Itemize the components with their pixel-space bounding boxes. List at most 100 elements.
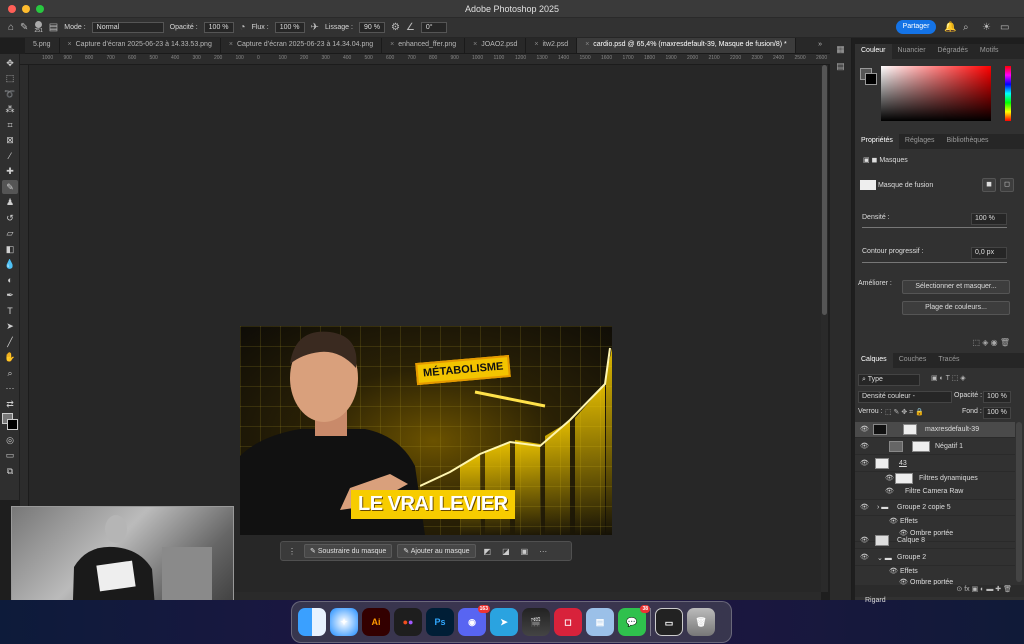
tab-bibliotheques[interactable]: Bibliothèques (940, 134, 994, 149)
subtract-mask-button[interactable]: ✎ Soustraire du masque (304, 544, 393, 558)
workspace-icon[interactable]: ▭ (1000, 22, 1009, 33)
pen-tool-icon[interactable]: ✒ (2, 288, 18, 302)
home-icon[interactable]: ⌂ (8, 22, 14, 33)
path-select-icon[interactable]: ➤ (2, 319, 18, 333)
eye-icon[interactable]: 👁 (860, 503, 869, 511)
tab-document[interactable]: × itw2.psd (526, 38, 578, 53)
eye-icon[interactable]: 👁 (885, 474, 894, 482)
mode-select[interactable]: Normal (91, 22, 164, 33)
final-cut-app-icon[interactable]: 🎬 (522, 608, 550, 636)
preview-app-icon[interactable]: ▤ (586, 608, 614, 636)
layers-scrollbar[interactable] (1016, 422, 1022, 582)
feather-input[interactable]: 0,0 px (971, 247, 1007, 259)
foreground-color-swatch[interactable] (2, 412, 18, 431)
select-and-mask-button[interactable]: Sélectionner et masquer... (902, 280, 1010, 294)
close-icon[interactable]: × (390, 41, 394, 48)
tab-traces[interactable]: Tracés (932, 353, 965, 368)
density-input[interactable]: 100 % (971, 213, 1007, 225)
zoom-tool-icon[interactable]: ⌕ (2, 366, 18, 380)
airbrush-icon[interactable]: ✈ (311, 22, 319, 33)
hand-tool-icon[interactable]: ✋ (2, 350, 18, 364)
color-field[interactable] (881, 66, 991, 121)
vector-mask-button[interactable]: ◻ (1000, 178, 1014, 192)
brush-tool-icon[interactable]: ✎ (2, 179, 18, 194)
crop-tool-icon[interactable]: ⌗ (2, 118, 18, 132)
tab-calques[interactable]: Calques (855, 353, 893, 368)
mask-action-icons[interactable]: ⬚ ◈ ◉ 🗑 (855, 338, 1024, 347)
opacity-input[interactable]: 100 % (203, 22, 234, 33)
swap-colors-icon[interactable]: ⇄ (2, 397, 18, 411)
close-icon[interactable]: × (473, 41, 477, 48)
close-icon[interactable]: × (229, 41, 233, 48)
drag-handle-icon[interactable]: ⋮ (285, 547, 299, 556)
bell-icon[interactable]: 🔔 (944, 22, 956, 33)
add-mask-button[interactable]: ✎ Ajouter au masque (397, 544, 476, 558)
photoshop-app-icon[interactable]: Ps (426, 608, 454, 636)
quick-mask-icon[interactable]: ◎ (2, 433, 18, 447)
tab-nuancier[interactable]: Nuancier (892, 44, 932, 59)
share-button[interactable]: Partager (896, 20, 936, 34)
edit-toolbar-icon[interactable]: ⧉ (2, 464, 18, 478)
tab-document[interactable]: × Capture d’écran 2025-06-23 à 14.34.04.p… (221, 38, 383, 53)
dodge-tool-icon[interactable]: ◐ (2, 273, 18, 287)
brush-tool-icon[interactable]: ✎ (20, 22, 28, 33)
tab-active-document[interactable]: × cardio.psd @ 65,4% (maxresdefault-39, M… (577, 38, 796, 53)
layer-action-icons[interactable]: ⊙ fx ▣ ◐ ▬ ✚ 🗑 (855, 585, 1024, 597)
finder-app-icon[interactable] (298, 608, 326, 636)
tab-document[interactable]: × JOAO2.psd (465, 38, 527, 53)
screen-recorder-app-icon[interactable]: ◻ (554, 608, 582, 636)
layer-row[interactable]: 👁 Calque 8 (855, 533, 1015, 549)
refine-mask-icon[interactable]: ◪ (499, 547, 513, 556)
more-options-icon[interactable]: ··· (536, 547, 550, 556)
layer-filter-icons[interactable]: ▣ ◐ T ⬚ ◈ (931, 374, 1011, 382)
move-tool-icon[interactable]: ✥ (2, 56, 18, 70)
history-brush-icon[interactable]: ↺ (2, 211, 18, 225)
frame-tool-icon[interactable]: ⊠ (2, 133, 18, 147)
pressure-opacity-icon[interactable]: ◔ (240, 22, 246, 33)
paint-bucket-icon[interactable]: ◧ (2, 242, 18, 256)
tab-couches[interactable]: Couches (893, 353, 933, 368)
close-icon[interactable]: × (68, 41, 72, 48)
healing-brush-icon[interactable]: ✚ (2, 164, 18, 178)
eye-icon[interactable]: 👁 (860, 425, 869, 433)
smoothing-input[interactable]: 90 % (358, 22, 385, 33)
more-tools-icon[interactable]: ··· (2, 381, 18, 395)
gear-icon[interactable]: ⚙ (391, 22, 400, 33)
tab-couleur[interactable]: Couleur (855, 44, 892, 59)
scroll-thumb[interactable] (822, 65, 827, 315)
quick-select-tool-icon[interactable]: ⁂ (2, 102, 18, 116)
eye-icon[interactable]: 👁 (860, 553, 869, 561)
document-image[interactable]: MÉTABOLISME LE VRAI LEVIER (240, 326, 612, 535)
tab-document[interactable]: × enhanced_ffer.png (382, 38, 466, 53)
figma-app-icon[interactable]: ●● (394, 608, 422, 636)
tab-degrades[interactable]: Dégradés (932, 44, 974, 59)
background-swatch[interactable] (865, 73, 877, 85)
flow-input[interactable]: 100 % (274, 22, 305, 33)
close-icon[interactable]: × (534, 41, 538, 48)
tab-document[interactable]: 5.png (25, 38, 60, 53)
lightbulb-icon[interactable]: ☀ (982, 22, 991, 33)
hue-slider[interactable] (1005, 66, 1011, 121)
eye-icon[interactable]: 👁 (860, 536, 869, 544)
layer-opacity-input[interactable]: 100 % (983, 391, 1011, 403)
layer-filter-select[interactable]: ⌕ Type (858, 374, 920, 386)
layer-row[interactable]: 👁 maxresdefault-39 (855, 422, 1015, 438)
marquee-tool-icon[interactable]: ⬚ (2, 71, 18, 85)
tab-proprietes[interactable]: Propriétés (855, 134, 899, 149)
messages-app-icon[interactable]: 💬 38 (618, 605, 650, 636)
eye-icon[interactable]: 👁 (860, 442, 869, 450)
layer-row[interactable]: 👁 Négatif 1 (855, 439, 1015, 455)
mask-options-icon[interactable]: ▣ (518, 547, 532, 556)
invert-mask-icon[interactable]: ◩ (481, 547, 495, 556)
eraser-tool-icon[interactable]: ▱ (2, 226, 18, 240)
color-range-button[interactable]: Plage de couleurs... (902, 301, 1010, 315)
safari-app-icon[interactable]: ✦ (330, 608, 358, 636)
brush-settings-icon[interactable]: ▤ (49, 22, 58, 33)
trash-icon[interactable]: 🗑 (687, 608, 715, 636)
tab-document[interactable]: × Capture d’écran 2025-06-23 à 14.33.53.p… (60, 38, 221, 53)
eye-icon[interactable]: 👁 (860, 459, 869, 467)
angle-input[interactable]: 0° (420, 22, 447, 33)
eye-icon[interactable]: 👁 (885, 487, 894, 495)
feather-slider[interactable] (862, 262, 1007, 263)
tab-reglages[interactable]: Réglages (899, 134, 941, 149)
